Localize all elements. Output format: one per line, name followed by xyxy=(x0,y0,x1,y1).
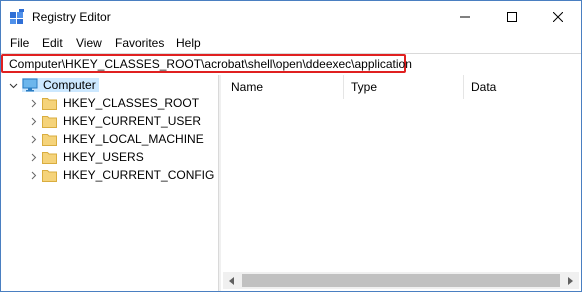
menu-favorites[interactable]: Favorites xyxy=(115,36,164,50)
scrollbar-thumb[interactable] xyxy=(242,274,560,287)
menu-edit[interactable]: Edit xyxy=(42,36,63,50)
tree-item-label: HKEY_CURRENT_CONFIG xyxy=(63,168,215,182)
folder-icon xyxy=(42,115,57,128)
tree-pane[interactable]: Computer HKEY_CLASSES_ROOT HKEY_CURRENT_… xyxy=(1,75,219,291)
folder-icon xyxy=(42,169,57,182)
title-bar[interactable]: Registry Editor xyxy=(1,1,581,32)
column-divider[interactable] xyxy=(343,75,344,99)
tree-item-hkey-current-config[interactable]: HKEY_CURRENT_CONFIG xyxy=(27,166,214,184)
tree-item-hkey-classes-root[interactable]: HKEY_CLASSES_ROOT xyxy=(27,94,199,112)
registry-editor-icon xyxy=(9,9,25,25)
menu-bar: File Edit View Favorites Help xyxy=(1,34,581,52)
tree-item-computer-label: Computer xyxy=(43,78,96,92)
maximize-icon xyxy=(506,11,517,22)
registry-editor-window: Registry Editor File Edit View Favorites… xyxy=(0,0,582,292)
horizontal-scrollbar[interactable] xyxy=(223,272,579,289)
column-divider[interactable] xyxy=(463,75,464,99)
folder-icon xyxy=(42,133,57,146)
chevron-right-icon[interactable] xyxy=(27,115,39,127)
menu-help[interactable]: Help xyxy=(176,36,201,50)
minimize-icon xyxy=(459,16,470,17)
chevron-left-icon xyxy=(229,276,234,285)
column-header-type-label: Type xyxy=(351,80,378,94)
tree-item-label: HKEY_CURRENT_USER xyxy=(63,114,202,128)
menu-view[interactable]: View xyxy=(76,36,102,50)
address-path[interactable]: Computer\HKEY_CLASSES_ROOT\acrobat\shell… xyxy=(9,57,412,71)
column-header-type[interactable]: Type xyxy=(351,75,463,99)
folder-icon xyxy=(42,97,57,110)
window-title: Registry Editor xyxy=(32,10,111,24)
column-header-data[interactable]: Data xyxy=(471,75,571,99)
maximize-button[interactable] xyxy=(489,1,534,32)
tree-item-hkey-current-user[interactable]: HKEY_CURRENT_USER xyxy=(27,112,201,130)
tree-item-label: HKEY_LOCAL_MACHINE xyxy=(63,132,204,146)
close-button[interactable] xyxy=(535,1,580,32)
scroll-right-button[interactable] xyxy=(562,272,579,289)
chevron-right-icon[interactable] xyxy=(27,169,39,181)
close-icon xyxy=(552,11,563,22)
values-list-pane[interactable]: Name Type Data xyxy=(221,75,581,291)
column-header-name[interactable]: Name xyxy=(231,75,343,99)
chevron-right-icon[interactable] xyxy=(27,151,39,163)
column-header-name-label: Name xyxy=(231,80,264,94)
tree-item-hkey-users[interactable]: HKEY_USERS xyxy=(27,148,144,166)
chevron-right-icon[interactable] xyxy=(27,97,39,109)
menu-file[interactable]: File xyxy=(10,36,29,50)
tree-item-computer[interactable]: Computer xyxy=(7,76,99,94)
chevron-right-icon[interactable] xyxy=(27,133,39,145)
chevron-down-icon[interactable] xyxy=(7,79,19,91)
tree-item-label: HKEY_CLASSES_ROOT xyxy=(63,96,200,110)
tree-item-hkey-local-machine[interactable]: HKEY_LOCAL_MACHINE xyxy=(27,130,204,148)
computer-selected-row: Computer xyxy=(22,78,99,92)
computer-icon xyxy=(22,78,38,92)
folder-icon xyxy=(42,151,57,164)
chevron-right-icon xyxy=(568,276,573,285)
tree-item-label: HKEY_USERS xyxy=(63,150,144,164)
column-header-data-label: Data xyxy=(471,80,497,94)
address-bar[interactable]: Computer\HKEY_CLASSES_ROOT\acrobat\shell… xyxy=(1,53,581,76)
scroll-left-button[interactable] xyxy=(223,272,240,289)
minimize-button[interactable] xyxy=(442,1,487,32)
